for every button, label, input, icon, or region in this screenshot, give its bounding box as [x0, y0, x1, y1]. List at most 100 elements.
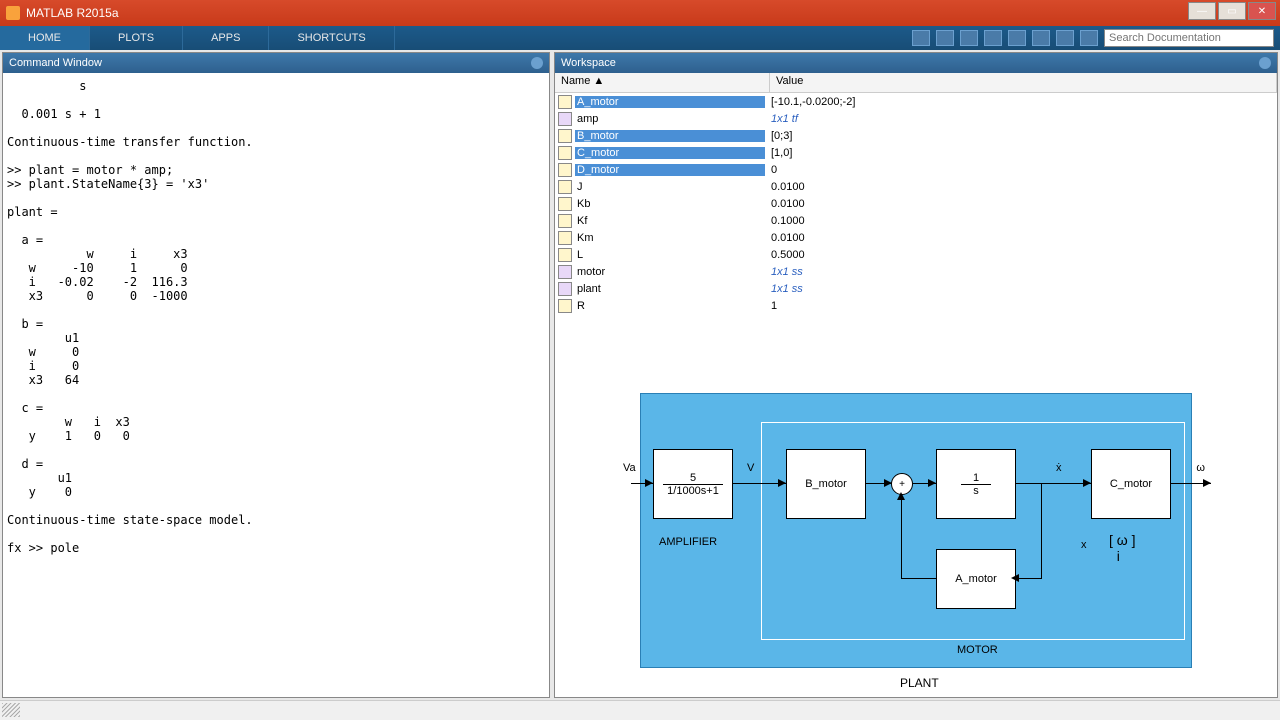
tab-apps[interactable]: APPS — [183, 26, 269, 50]
var-value: [0;3] — [765, 130, 1277, 142]
var-name: Kf — [575, 215, 765, 227]
var-name: plant — [575, 283, 765, 295]
grip-icon — [2, 703, 20, 717]
ts-icon[interactable] — [1056, 30, 1074, 46]
panel-menu-icon[interactable] — [1259, 57, 1271, 69]
workspace-var-row[interactable]: C_motor[1,0] — [555, 144, 1277, 161]
var-name: R — [575, 300, 765, 312]
var-value: 0.0100 — [765, 232, 1277, 244]
var-name: Kb — [575, 198, 765, 210]
workspace-var-row[interactable]: Kf0.1000 — [555, 212, 1277, 229]
workspace-rows: A_motor[-10.1,-0.0200;-2]amp1x1 tfB_moto… — [555, 93, 1277, 314]
search-input[interactable] — [1104, 29, 1274, 47]
help-icon[interactable] — [1080, 30, 1098, 46]
workspace-var-row[interactable]: amp1x1 tf — [555, 110, 1277, 127]
amp-num: 5 — [690, 472, 696, 484]
var-name: Km — [575, 232, 765, 244]
ts-icon[interactable] — [912, 30, 930, 46]
xvec-label: x — [1081, 539, 1087, 551]
command-window-panel: Command Window s 0.001 s + 1 Continuous-… — [2, 52, 550, 698]
panel-menu-icon[interactable] — [531, 57, 543, 69]
tab-home[interactable]: HOME — [0, 26, 90, 50]
ts-icon[interactable] — [936, 30, 954, 46]
bmotor-block[interactable]: B_motor — [786, 449, 866, 519]
block-diagram: Va V ẋ ω 5 1/1000s+1 AMPLIFIER MOTOR B_m… — [640, 393, 1192, 668]
var-name: B_motor — [575, 130, 765, 142]
workspace-var-row[interactable]: plant1x1 ss — [555, 280, 1277, 297]
amotor-block[interactable]: A_motor — [936, 549, 1016, 609]
int-num: 1 — [973, 472, 979, 484]
ts-icon[interactable] — [1032, 30, 1050, 46]
workspace-columns[interactable]: Name ▲ Value — [555, 73, 1277, 93]
workspace-var-row[interactable]: L0.5000 — [555, 246, 1277, 263]
var-value: 0.0100 — [765, 181, 1277, 193]
workspace-var-row[interactable]: J0.0100 — [555, 178, 1277, 195]
col-name[interactable]: Name ▲ — [555, 73, 770, 92]
var-value: 0 — [765, 164, 1277, 176]
command-window[interactable]: s 0.001 s + 1 Continuous-time transfer f… — [3, 73, 549, 697]
workspace-var-row[interactable]: B_motor[0;3] — [555, 127, 1277, 144]
var-value: 0.5000 — [765, 249, 1277, 261]
var-value: 1x1 ss — [765, 266, 1277, 278]
var-icon — [558, 214, 572, 228]
var-icon — [558, 197, 572, 211]
workspace-header: Workspace — [555, 53, 1277, 73]
var-value: 1x1 tf — [765, 113, 1277, 125]
workspace-var-row[interactable]: D_motor0 — [555, 161, 1277, 178]
workspace-var-row[interactable]: motor1x1 ss — [555, 263, 1277, 280]
tab-shortcuts[interactable]: SHORTCUTS — [269, 26, 394, 50]
ts-icon[interactable] — [984, 30, 1002, 46]
col-value[interactable]: Value — [770, 73, 1277, 92]
var-icon — [558, 146, 572, 160]
workspace-var-row[interactable]: R1 — [555, 297, 1277, 314]
ts-icon[interactable] — [960, 30, 978, 46]
xvec: [ ω ] i — [1109, 532, 1136, 564]
var-value: [1,0] — [765, 147, 1277, 159]
command-window-title: Command Window — [9, 57, 102, 69]
signal-w: ω — [1196, 462, 1205, 474]
workspace-var-row[interactable]: A_motor[-10.1,-0.0200;-2] — [555, 93, 1277, 110]
motor-label: MOTOR — [957, 644, 998, 656]
var-icon — [558, 180, 572, 194]
title-bar: MATLAB R2015a — ▭ ✕ — [0, 0, 1280, 26]
toolstrip-right — [906, 29, 1280, 47]
var-icon — [558, 231, 572, 245]
ts-icon[interactable] — [1008, 30, 1026, 46]
var-value: 1 — [765, 300, 1277, 312]
var-icon — [558, 265, 572, 279]
var-icon — [558, 95, 572, 109]
var-icon — [558, 112, 572, 126]
minimize-button[interactable]: — — [1188, 2, 1216, 20]
cmotor-block[interactable]: C_motor — [1091, 449, 1171, 519]
var-icon — [558, 282, 572, 296]
var-icon — [558, 163, 572, 177]
workspace-var-row[interactable]: Kb0.0100 — [555, 195, 1277, 212]
tab-plots[interactable]: PLOTS — [90, 26, 183, 50]
var-icon — [558, 129, 572, 143]
command-window-header: Command Window — [3, 53, 549, 73]
var-value: 0.1000 — [765, 215, 1277, 227]
int-den: s — [973, 485, 979, 497]
plant-label: PLANT — [900, 676, 939, 690]
status-bar — [0, 700, 1280, 720]
var-value: 1x1 ss — [765, 283, 1277, 295]
toolstrip: HOME PLOTS APPS SHORTCUTS — [0, 26, 1280, 50]
workspace-var-row[interactable]: Km0.0100 — [555, 229, 1277, 246]
var-name: amp — [575, 113, 765, 125]
var-name: D_motor — [575, 164, 765, 176]
var-name: L — [575, 249, 765, 261]
var-icon — [558, 299, 572, 313]
app-title: MATLAB R2015a — [26, 6, 119, 20]
var-value: [-10.1,-0.0200;-2] — [765, 96, 1277, 108]
var-name: A_motor — [575, 96, 765, 108]
var-name: J — [575, 181, 765, 193]
var-name: C_motor — [575, 147, 765, 159]
app-logo-icon — [6, 6, 20, 20]
integrator-block[interactable]: 1 s — [936, 449, 1016, 519]
maximize-button[interactable]: ▭ — [1218, 2, 1246, 20]
close-button[interactable]: ✕ — [1248, 2, 1276, 20]
var-name: motor — [575, 266, 765, 278]
workspace-title: Workspace — [561, 57, 616, 69]
amplifier-block[interactable]: 5 1/1000s+1 — [653, 449, 733, 519]
signal-v: V — [747, 462, 754, 474]
